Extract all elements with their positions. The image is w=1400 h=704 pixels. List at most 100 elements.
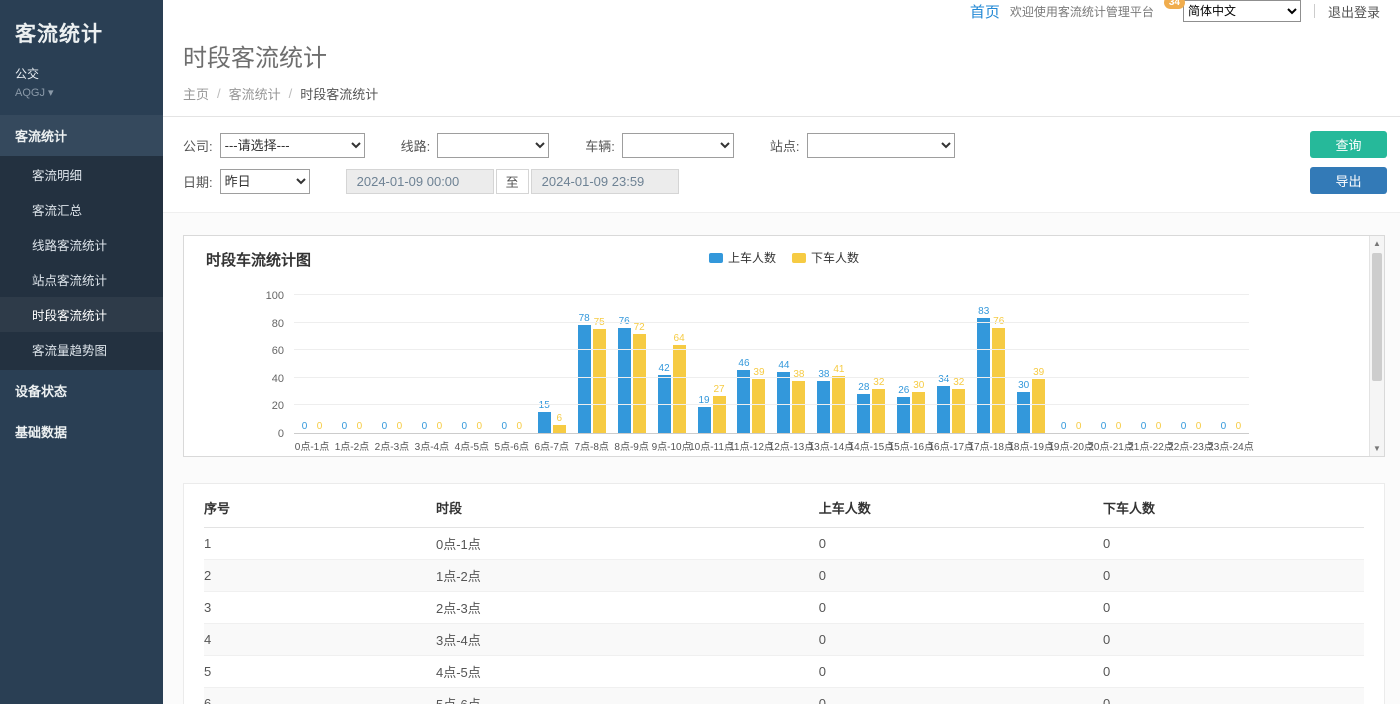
bar-pair: 156 xyxy=(538,296,566,433)
table-row[interactable]: 21点-2点00 xyxy=(204,560,1364,592)
bar[interactable] xyxy=(713,396,726,433)
topbar: 首页 欢迎使用客流统计管理平台 34 简体中文 退出登录 xyxy=(163,0,1400,22)
table-row[interactable]: 10点-1点00 xyxy=(204,528,1364,560)
bar[interactable] xyxy=(897,397,910,433)
bar[interactable] xyxy=(792,381,805,433)
company-select[interactable]: ---请选择--- xyxy=(220,133,365,158)
bar[interactable] xyxy=(618,328,631,433)
bar-unit: 75 xyxy=(593,296,606,433)
y-tick-label: 100 xyxy=(266,290,284,302)
bar-value-label: 15 xyxy=(539,400,550,411)
table-cell: 0 xyxy=(1103,528,1364,560)
vehicle-select[interactable] xyxy=(622,133,734,158)
station-select[interactable] xyxy=(807,133,955,158)
bar-unit: 39 xyxy=(752,296,765,433)
bar-unit: 30 xyxy=(1017,296,1030,433)
bar-value-label: 72 xyxy=(634,322,645,333)
bar-value-label: 83 xyxy=(978,306,989,317)
bar[interactable] xyxy=(1032,379,1045,433)
sidebar-section[interactable]: 基础数据 xyxy=(0,411,163,452)
bar[interactable] xyxy=(817,381,830,433)
bar-unit: 32 xyxy=(952,296,965,433)
bar-unit: 0 xyxy=(338,296,351,433)
legend-label: 下车人数 xyxy=(811,249,859,266)
hourly-flow-table: 序号时段上车人数下车人数 10点-1点0021点-2点0032点-3点0043点… xyxy=(204,488,1364,704)
bar-group: 192710点-11点 xyxy=(698,296,726,433)
sidebar-section[interactable]: 客流统计 xyxy=(0,115,163,156)
bar[interactable] xyxy=(752,379,765,433)
sidebar-item[interactable]: 客流明细 xyxy=(0,157,163,192)
sidebar-item[interactable]: 时段客流统计 xyxy=(0,297,163,332)
legend-swatch-icon xyxy=(792,253,806,263)
bar[interactable] xyxy=(952,389,965,433)
sidebar-item[interactable]: 站点客流统计 xyxy=(0,262,163,297)
legend-item[interactable]: 下车人数 xyxy=(792,249,859,266)
table-row[interactable]: 65点-6点00 xyxy=(204,688,1364,704)
org-code-dropdown[interactable]: AQGJ ▾ xyxy=(0,82,163,115)
bar-pair: 4264 xyxy=(658,296,686,433)
date-end-input[interactable] xyxy=(531,169,679,194)
bar[interactable] xyxy=(937,386,950,433)
breadcrumb-item[interactable]: 主页 xyxy=(183,84,209,103)
legend-item[interactable]: 上车人数 xyxy=(709,249,776,266)
bar-unit: 76 xyxy=(618,296,631,433)
company-label: 公司: xyxy=(183,136,213,155)
x-axis-label: 17点-18点 xyxy=(968,438,1014,453)
date-preset-select[interactable]: 昨日 xyxy=(220,169,310,194)
language-select[interactable]: 简体中文 xyxy=(1183,0,1301,22)
bar[interactable] xyxy=(538,412,551,433)
table-cell: 1点-2点 xyxy=(436,560,819,592)
bar-pair: 00 xyxy=(498,296,526,433)
bar[interactable] xyxy=(1017,392,1030,433)
sidebar-item[interactable]: 客流汇总 xyxy=(0,192,163,227)
x-axis-label: 8点-9点 xyxy=(614,438,648,453)
table-row[interactable]: 43点-4点00 xyxy=(204,624,1364,656)
query-button[interactable]: 查询 xyxy=(1310,131,1387,158)
table-cell: 0 xyxy=(819,656,1103,688)
scroll-down-icon[interactable]: ▼ xyxy=(1370,444,1384,453)
bar-group: 0020点-21点 xyxy=(1097,296,1125,433)
bar[interactable] xyxy=(857,394,870,433)
bar[interactable] xyxy=(912,392,925,433)
line-select[interactable] xyxy=(437,133,549,158)
bar[interactable] xyxy=(737,370,750,433)
scrollbar-thumb[interactable] xyxy=(1372,253,1382,381)
date-start-input[interactable] xyxy=(346,169,494,194)
bar-unit: 6 xyxy=(553,296,566,433)
bar-unit: 46 xyxy=(737,296,750,433)
breadcrumb-item[interactable]: 客流统计 xyxy=(229,84,281,103)
sidebar-item[interactable]: 客流量趋势图 xyxy=(0,332,163,367)
bar[interactable] xyxy=(553,425,566,433)
sidebar-section[interactable]: 设备状态 xyxy=(0,370,163,411)
bar-unit: 0 xyxy=(1232,296,1245,433)
chart-scrollbar[interactable]: ▲ ▼ xyxy=(1369,236,1384,456)
bar-pair: 1927 xyxy=(698,296,726,433)
logout-link[interactable]: 退出登录 xyxy=(1328,2,1380,21)
x-axis-label: 16点-17点 xyxy=(928,438,974,453)
x-axis-label: 20点-21点 xyxy=(1088,438,1134,453)
bar[interactable] xyxy=(977,318,990,433)
home-link[interactable]: 首页 xyxy=(970,1,1000,22)
bar-value-label: 0 xyxy=(1061,421,1067,432)
scroll-up-icon[interactable]: ▲ xyxy=(1370,239,1384,248)
table-row[interactable]: 54点-5点00 xyxy=(204,656,1364,688)
sidebar-item[interactable]: 线路客流统计 xyxy=(0,227,163,262)
table-cell: 6 xyxy=(204,688,436,704)
export-button[interactable]: 导出 xyxy=(1310,167,1387,194)
bar[interactable] xyxy=(578,325,591,433)
notification-badge[interactable]: 34 xyxy=(1164,0,1185,9)
bar[interactable] xyxy=(777,372,790,433)
table-header-cell: 序号 xyxy=(204,488,436,528)
table-cell: 1 xyxy=(204,528,436,560)
bar[interactable] xyxy=(872,389,885,433)
bar[interactable] xyxy=(673,345,686,433)
table-row[interactable]: 32点-3点00 xyxy=(204,592,1364,624)
bar-value-label: 0 xyxy=(1181,421,1187,432)
vehicle-filter: 车辆: xyxy=(585,133,734,158)
gridline xyxy=(294,377,1249,378)
legend-label: 上车人数 xyxy=(728,249,776,266)
bar[interactable] xyxy=(698,407,711,433)
bar-pair: 2832 xyxy=(857,296,885,433)
bar[interactable] xyxy=(992,328,1005,433)
bar[interactable] xyxy=(593,329,606,433)
